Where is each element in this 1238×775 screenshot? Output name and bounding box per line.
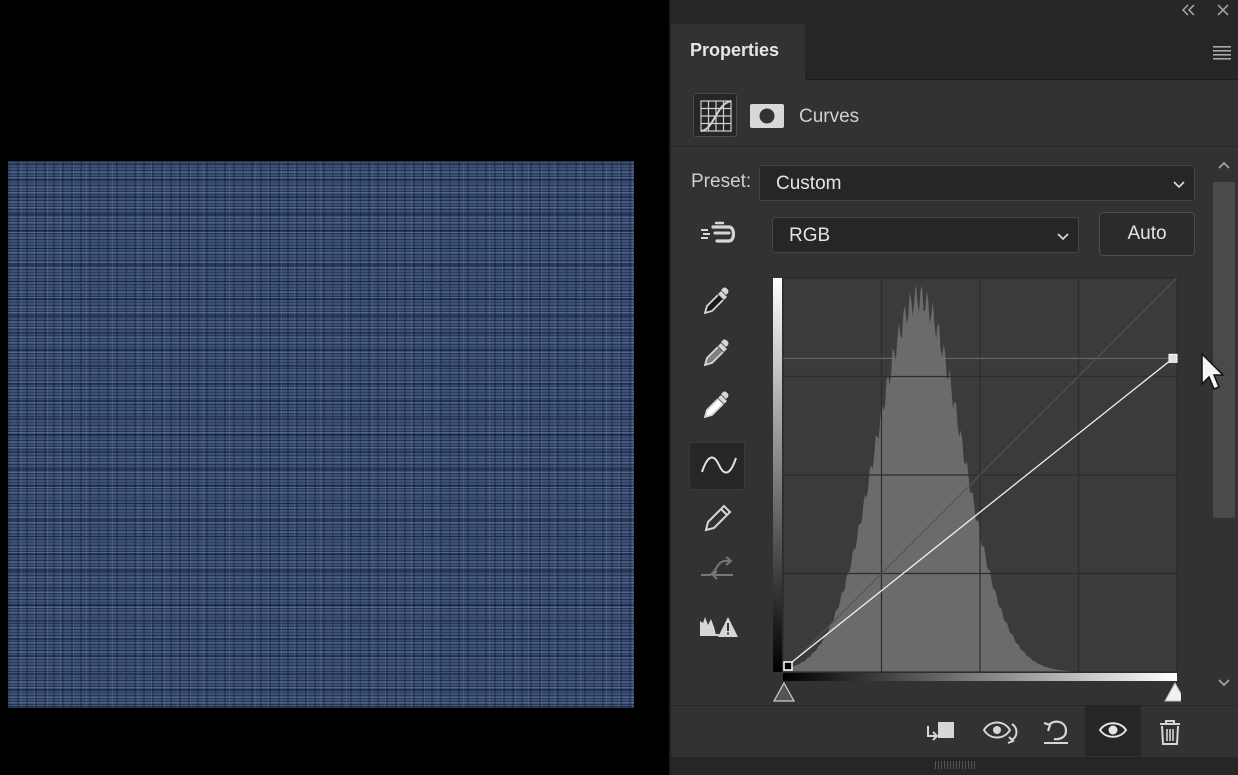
black-input-slider xyxy=(772,681,796,702)
white-input-slider xyxy=(1164,681,1181,702)
preset-dropdown[interactable]: Custom xyxy=(759,165,1195,201)
clipping-warning-icon[interactable] xyxy=(689,604,745,652)
channel-dropdown[interactable]: RGB xyxy=(772,217,1079,253)
clip-to-layer-icon[interactable] xyxy=(911,706,967,756)
scroll-up-icon[interactable] xyxy=(1217,160,1231,170)
pencil-icon[interactable] xyxy=(689,494,745,542)
curve-point-white xyxy=(1168,353,1178,363)
reset-icon[interactable] xyxy=(1027,706,1083,756)
auto-button[interactable]: Auto xyxy=(1099,212,1195,256)
resize-grip[interactable] xyxy=(935,761,975,769)
preset-value: Custom xyxy=(776,173,842,194)
scrollbar-thumb[interactable] xyxy=(1213,182,1235,518)
targeted-adjustment-hand-icon[interactable] xyxy=(689,212,745,260)
chevron-down-icon xyxy=(1173,181,1185,189)
collapse-double-chevron-icon[interactable] xyxy=(1179,2,1199,22)
hamburger-menu-icon[interactable] xyxy=(1212,44,1232,60)
adjustment-type-row: Curves xyxy=(671,81,1238,147)
input-gradient-bar xyxy=(783,673,1177,681)
channel-value: RGB xyxy=(789,225,831,246)
curves-graph[interactable] xyxy=(771,276,1181,706)
eye-icon[interactable] xyxy=(1085,706,1141,756)
properties-panel: Properties Curves Preset: Custom RGB Aut… xyxy=(669,0,1238,775)
curve-point-tool-icon[interactable] xyxy=(689,442,745,490)
mouse-cursor xyxy=(1201,352,1225,390)
canvas-image xyxy=(8,161,634,708)
tab-bar: Properties xyxy=(671,24,1238,80)
tab-properties[interactable]: Properties xyxy=(671,24,805,80)
scroll-down-icon[interactable] xyxy=(1217,678,1231,688)
panel-titlebar xyxy=(671,0,1238,24)
chevron-down-icon xyxy=(1057,233,1069,241)
close-icon[interactable] xyxy=(1213,2,1233,22)
curves-adjustment-icon[interactable] xyxy=(693,93,737,137)
panel-scrollbar[interactable] xyxy=(1209,150,1238,698)
white-eyedropper-icon[interactable] xyxy=(689,382,745,430)
gray-eyedropper-icon[interactable] xyxy=(689,330,745,378)
panel-bottom-strip xyxy=(671,757,1238,775)
output-gradient-bar xyxy=(773,278,782,672)
view-previous-state-icon[interactable] xyxy=(969,706,1025,756)
panel-footer xyxy=(671,705,1238,757)
layer-mask-icon[interactable] xyxy=(745,93,789,137)
trash-icon[interactable] xyxy=(1143,706,1199,756)
curve-point-black xyxy=(783,661,793,671)
preset-label: Preset: xyxy=(691,171,752,192)
smooth-curve-icon xyxy=(689,546,745,594)
black-eyedropper-icon[interactable] xyxy=(689,278,745,326)
adjustment-title: Curves xyxy=(799,106,860,127)
